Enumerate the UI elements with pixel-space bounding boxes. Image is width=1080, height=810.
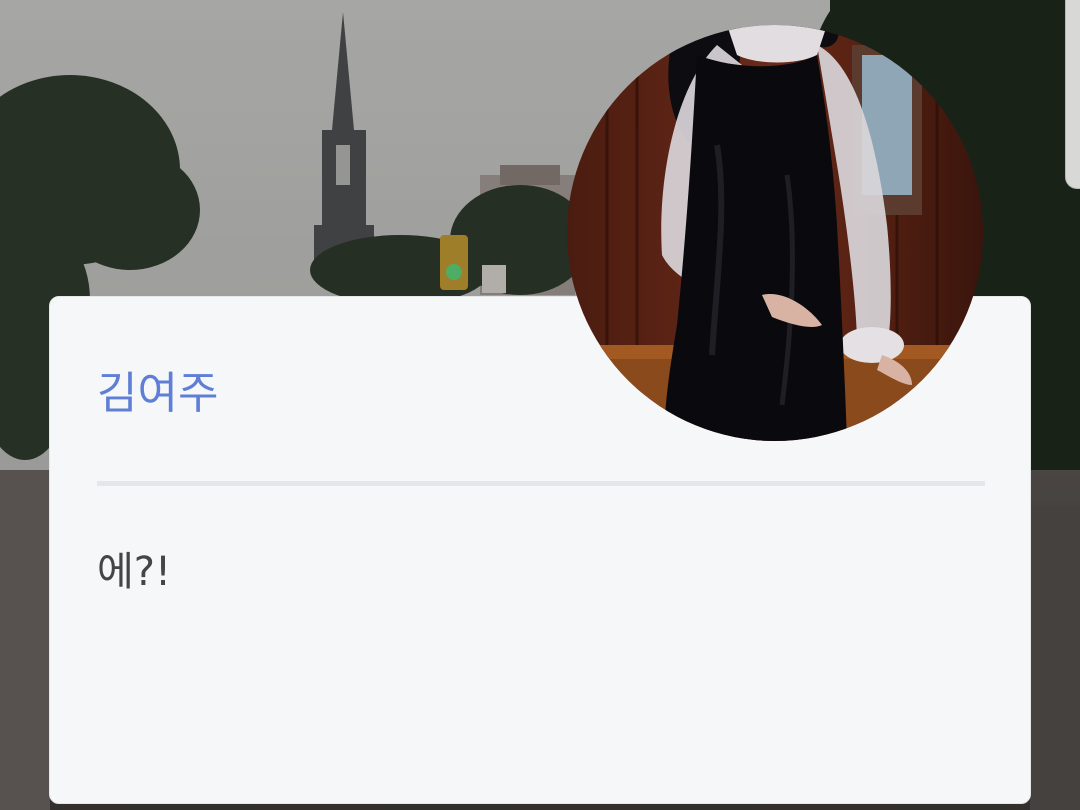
- character-portrait: [567, 25, 983, 441]
- dialog-divider: [97, 481, 985, 486]
- visual-novel-scene: 김여주 에?!: [0, 0, 1080, 810]
- speaker-name: 김여주: [97, 368, 219, 419]
- dialog-message: 에?!: [97, 549, 172, 595]
- scroll-handle[interactable]: [1065, 0, 1080, 189]
